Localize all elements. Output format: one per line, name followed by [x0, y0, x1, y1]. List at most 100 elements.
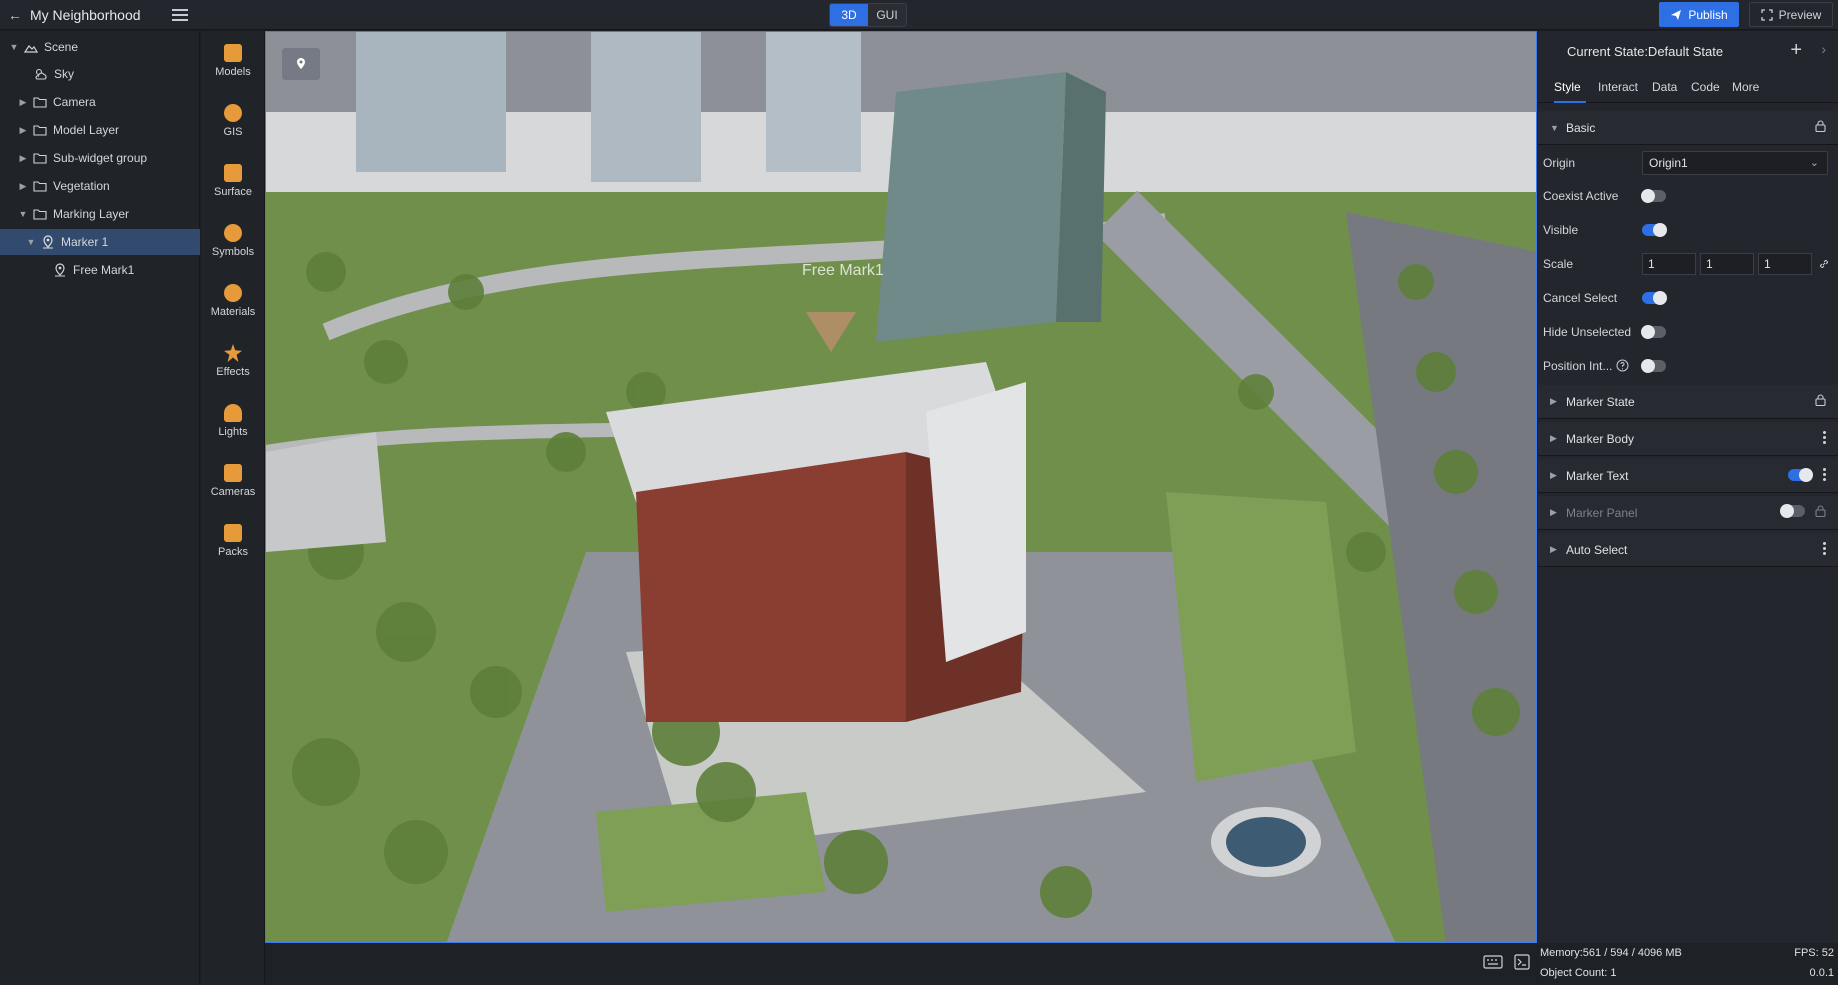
- caret-right-icon[interactable]: ▶: [18, 153, 28, 164]
- scale-z-input[interactable]: 1: [1758, 253, 1812, 275]
- widget-label: Packs: [218, 546, 248, 558]
- chevron-down-icon: ⌄: [1809, 157, 1819, 169]
- section-marker-state[interactable]: ▶ Marker State: [1538, 385, 1838, 419]
- mode-gui-button[interactable]: GUI: [868, 4, 906, 26]
- link-icon[interactable]: [1818, 258, 1830, 270]
- widget-packs[interactable]: Packs: [201, 524, 265, 574]
- more-vertical-icon[interactable]: [1822, 542, 1826, 555]
- tab-more[interactable]: More: [1732, 71, 1759, 103]
- chevron-right-icon[interactable]: ›: [1821, 41, 1826, 57]
- widget-symbols[interactable]: Symbols: [201, 224, 265, 274]
- landscape-icon: [23, 40, 39, 54]
- tree-item-sky[interactable]: Sky: [0, 61, 200, 87]
- lights-icon: [224, 404, 242, 422]
- caret-right-icon[interactable]: ▶: [18, 181, 28, 192]
- keyboard-icon[interactable]: [1483, 955, 1503, 969]
- widget-cameras[interactable]: Cameras: [201, 464, 265, 514]
- section-auto-select[interactable]: ▶ Auto Select: [1538, 533, 1838, 567]
- memory-readout: Memory:561 / 594 / 4096 MB: [1540, 947, 1682, 959]
- tree-item-scene[interactable]: ▼ Scene: [0, 34, 200, 60]
- more-vertical-icon[interactable]: [1822, 468, 1826, 481]
- tree-item-marker-1[interactable]: ▼ Marker 1: [0, 229, 200, 255]
- widget-label: Models: [215, 66, 251, 78]
- version-label: 0.0.1: [1809, 967, 1834, 979]
- caret-down-icon[interactable]: ▼: [18, 209, 28, 219]
- city-scene-render: [266, 32, 1536, 942]
- project-header: ← My Neighborhood: [0, 0, 200, 30]
- preview-button[interactable]: Preview: [1749, 2, 1833, 27]
- section-marker-body[interactable]: ▶ Marker Body: [1538, 422, 1838, 456]
- tree-item-free-mark1[interactable]: Free Mark1: [0, 257, 200, 283]
- caret-down-icon[interactable]: ▼: [9, 42, 19, 52]
- widget-gis[interactable]: GIS: [201, 104, 265, 154]
- fullscreen-icon: [1761, 8, 1773, 21]
- tree-item-label: Model Layer: [53, 123, 120, 137]
- origin-select[interactable]: Origin1 ⌄: [1642, 151, 1828, 175]
- caret-down-icon[interactable]: ▼: [1550, 123, 1566, 133]
- widget-effects[interactable]: Effects: [201, 344, 265, 394]
- cancel-select-toggle[interactable]: [1642, 291, 1667, 305]
- mode-3d-button[interactable]: 3D: [830, 4, 868, 26]
- tab-style[interactable]: Style: [1554, 71, 1586, 103]
- add-state-icon[interactable]: +: [1790, 40, 1802, 60]
- more-vertical-icon[interactable]: [1822, 431, 1826, 444]
- widget-lights[interactable]: Lights: [201, 404, 265, 454]
- tree-item-sub-widget-group[interactable]: ▶ Sub-widget group: [0, 145, 200, 171]
- tree-item-marking-layer[interactable]: ▼ Marking Layer: [0, 201, 200, 227]
- free-mark-label[interactable]: Free Mark1: [802, 262, 884, 280]
- hide-unselected-toggle[interactable]: [1641, 325, 1666, 339]
- tree-item-model-layer[interactable]: ▶ Model Layer: [0, 117, 200, 143]
- caret-right-icon[interactable]: ▶: [1550, 544, 1566, 555]
- coexist-active-toggle[interactable]: [1641, 189, 1666, 203]
- lock-icon[interactable]: [1815, 120, 1826, 132]
- position-int-toggle[interactable]: [1641, 359, 1666, 373]
- caret-right-icon[interactable]: ▶: [1550, 507, 1566, 518]
- caret-down-icon[interactable]: ▼: [26, 237, 36, 247]
- terminal-icon[interactable]: [1514, 954, 1530, 970]
- tree-item-vegetation[interactable]: ▶ Vegetation: [0, 173, 200, 199]
- toggle-knob: [1653, 291, 1667, 305]
- tab-interact[interactable]: Interact: [1598, 71, 1638, 103]
- row-scale: Scale 1 1 1: [1538, 249, 1838, 279]
- section-title: Auto Select: [1566, 542, 1628, 557]
- lock-icon[interactable]: [1815, 505, 1826, 517]
- caret-right-icon[interactable]: ▶: [1550, 396, 1566, 407]
- section-marker-panel[interactable]: ▶ Marker Panel: [1538, 496, 1838, 530]
- widget-models[interactable]: Models: [201, 44, 265, 94]
- caret-right-icon[interactable]: ▶: [18, 97, 28, 108]
- tab-code[interactable]: Code: [1691, 71, 1720, 103]
- lock-icon[interactable]: [1815, 394, 1826, 406]
- tab-data[interactable]: Data: [1652, 71, 1677, 103]
- tree-item-label: Marker 1: [61, 235, 109, 249]
- preview-label: Preview: [1778, 7, 1822, 22]
- widget-materials[interactable]: Materials: [201, 284, 265, 334]
- folder-icon: [32, 179, 48, 193]
- tree-item-label: Scene: [44, 40, 79, 54]
- tree-item-camera[interactable]: ▶ Camera: [0, 89, 200, 115]
- scale-y-input[interactable]: 1: [1700, 253, 1754, 275]
- section-basic[interactable]: ▼ Basic: [1538, 111, 1838, 145]
- marker-panel-toggle[interactable]: [1780, 504, 1805, 518]
- visible-toggle[interactable]: [1642, 223, 1667, 237]
- status-bar: Memory:561 / 594 / 4096 MB Object Count:…: [1538, 943, 1838, 985]
- row-hide-unselected: Hide Unselected: [1538, 317, 1838, 347]
- help-icon[interactable]: [1616, 359, 1629, 372]
- scale-x-input[interactable]: 1: [1642, 253, 1696, 275]
- marker-text-toggle[interactable]: [1788, 467, 1813, 482]
- publish-button[interactable]: Publish: [1659, 2, 1739, 27]
- caret-right-icon[interactable]: ▶: [1550, 433, 1566, 444]
- toggle-knob: [1641, 189, 1655, 203]
- hamburger-menu-icon[interactable]: [172, 6, 188, 22]
- back-arrow-icon[interactable]: ←: [6, 6, 24, 24]
- cancel-select-label: Cancel Select: [1543, 291, 1618, 305]
- marker-tool-button[interactable]: [282, 48, 320, 80]
- effects-icon: [224, 344, 242, 362]
- section-marker-text[interactable]: ▶ Marker Text: [1538, 459, 1838, 493]
- caret-right-icon[interactable]: ▶: [18, 125, 28, 136]
- widget-surface[interactable]: Surface: [201, 164, 265, 214]
- toggle-knob: [1653, 223, 1667, 237]
- caret-right-icon[interactable]: ▶: [1550, 470, 1566, 481]
- scene-viewport[interactable]: Free Mark1: [265, 31, 1537, 943]
- object-count: Object Count: 1: [1540, 967, 1617, 979]
- widget-label: GIS: [223, 126, 243, 138]
